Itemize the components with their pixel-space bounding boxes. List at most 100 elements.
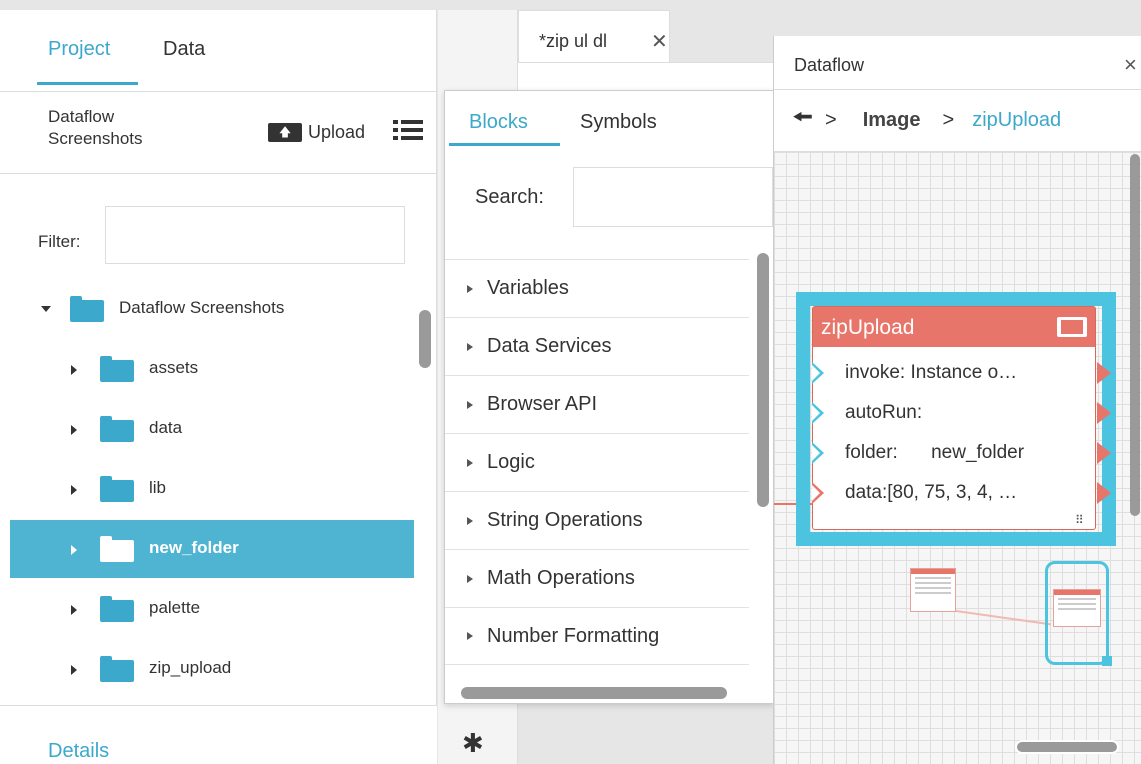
- expand-triangle-icon[interactable]: [71, 545, 77, 555]
- node-header[interactable]: zipUpload: [813, 307, 1095, 347]
- folder-icon: [70, 296, 104, 322]
- mini-node-header: [1054, 590, 1100, 595]
- input-port[interactable]: [812, 362, 824, 384]
- breadcrumb-image[interactable]: Image: [863, 109, 921, 132]
- input-port[interactable]: [812, 482, 824, 504]
- category-logic[interactable]: Logic: [445, 433, 749, 491]
- mini-node-line: [1058, 603, 1096, 605]
- dataflow-vertical-scrollbar[interactable]: [1130, 154, 1140, 516]
- blocks-horizontal-scrollbar[interactable]: [461, 687, 727, 699]
- port-text: data:[80, 75, 3, 4, …: [845, 482, 1017, 504]
- input-port[interactable]: [812, 442, 824, 464]
- port-autorun[interactable]: autoRun:: [812, 393, 1111, 433]
- tab-blocks[interactable]: Blocks: [469, 111, 528, 134]
- collapse-triangle-icon[interactable]: [41, 306, 51, 312]
- category-data-services[interactable]: Data Services: [445, 317, 749, 375]
- expand-triangle-icon[interactable]: [71, 485, 77, 495]
- zipupload-node[interactable]: zipUpload invoke: Instance o… autoRun: f…: [812, 306, 1111, 530]
- upload-button[interactable]: 🡅 Upload: [268, 122, 365, 143]
- port-value: new_folder: [931, 442, 1025, 463]
- output-port[interactable]: [1097, 482, 1111, 504]
- tab-project[interactable]: Project: [48, 38, 110, 61]
- dataflow-header: Dataflow ×: [774, 36, 1141, 90]
- expand-triangle-icon[interactable]: [71, 665, 77, 675]
- search-input[interactable]: [573, 167, 773, 227]
- editor-tab[interactable]: *zip ul dl ✕: [518, 10, 670, 62]
- output-port[interactable]: [1097, 402, 1111, 424]
- close-icon[interactable]: ×: [1124, 52, 1137, 78]
- category-math-operations[interactable]: Math Operations: [445, 549, 749, 607]
- category-label: Logic: [487, 451, 535, 473]
- tree-item-data[interactable]: data: [10, 400, 414, 458]
- dataflow-title: Dataflow: [794, 55, 865, 75]
- blocks-vertical-scrollbar[interactable]: [757, 253, 769, 507]
- port-text: autoRun:: [845, 402, 922, 424]
- upload-icon: 🡅: [268, 123, 302, 142]
- mini-node[interactable]: [910, 568, 956, 612]
- dataflow-panel: Dataflow × 🠘 > Image > zipUpload zipUplo…: [773, 36, 1141, 764]
- expand-triangle-icon[interactable]: [71, 605, 77, 615]
- puzzle-icon[interactable]: ✱: [462, 728, 484, 759]
- breadcrumb-separator: >: [825, 109, 837, 131]
- category-number-formatting[interactable]: Number Formatting: [445, 607, 749, 665]
- tab-data[interactable]: Data: [163, 38, 205, 61]
- category-label: String Operations: [487, 509, 643, 531]
- dataflow-horizontal-scrollbar[interactable]: [1015, 740, 1119, 754]
- details-section[interactable]: Details: [0, 705, 437, 764]
- breadcrumb-zipupload[interactable]: zipUpload: [972, 109, 1061, 132]
- tree-item-palette[interactable]: palette: [10, 580, 414, 638]
- expand-triangle-icon: [467, 458, 473, 467]
- category-label: Data Services: [487, 335, 612, 357]
- project-panel: Project Data Dataflow Screenshots 🡅 Uplo…: [0, 10, 437, 764]
- output-port[interactable]: [1097, 362, 1111, 384]
- tree-item-zip-upload[interactable]: zip_upload: [10, 640, 414, 698]
- expand-triangle-icon[interactable]: [71, 425, 77, 435]
- node-title: zipUpload: [821, 316, 915, 339]
- folder-icon: [100, 656, 134, 682]
- breadcrumb: 🠘 > Image > zipUpload: [774, 90, 1141, 152]
- tree-item-label: data: [149, 418, 183, 437]
- expand-triangle-icon: [467, 632, 473, 640]
- port-value: [80, 75, 3, 4, …: [887, 482, 1018, 503]
- upload-icon: [1057, 317, 1087, 337]
- category-label: Browser API: [487, 393, 598, 415]
- resize-handle[interactable]: [1102, 656, 1112, 666]
- port-folder[interactable]: folder: new_folder: [812, 433, 1111, 473]
- output-port[interactable]: [1097, 442, 1111, 464]
- back-arrow-icon[interactable]: 🠘: [792, 100, 813, 141]
- expand-triangle-icon: [467, 516, 473, 525]
- mini-node[interactable]: [1053, 589, 1101, 627]
- category-variables[interactable]: Variables: [445, 259, 749, 317]
- port-label: autoRun:: [845, 402, 923, 423]
- port-value: Instance o…: [910, 362, 1018, 383]
- tree-item-dataflow-screenshots[interactable]: Dataflow Screenshots: [10, 280, 414, 338]
- resize-handle-icon[interactable]: ⠿: [1075, 513, 1084, 527]
- tree-item-assets[interactable]: assets: [10, 340, 414, 398]
- upload-label: Upload: [308, 122, 366, 142]
- tab-symbols[interactable]: Symbols: [580, 111, 657, 134]
- tree-item-new-folder[interactable]: new_folder: [10, 520, 414, 578]
- port-data[interactable]: data:[80, 75, 3, 4, …: [812, 473, 1111, 513]
- folder-icon: [100, 596, 134, 622]
- expand-triangle-icon: [467, 284, 473, 293]
- port-label: folder:: [845, 442, 898, 463]
- tree-item-label: new_folder: [149, 538, 239, 557]
- mini-node-line: [915, 592, 951, 594]
- tree-scrollbar[interactable]: [419, 310, 431, 368]
- port-text: invoke: Instance o…: [845, 362, 1017, 384]
- mini-node-line: [1058, 608, 1096, 610]
- filter-input[interactable]: [105, 206, 405, 264]
- expand-triangle-icon: [467, 574, 473, 583]
- tree-item-label: Dataflow Screenshots: [119, 298, 285, 317]
- expand-triangle-icon[interactable]: [71, 365, 77, 375]
- editor-tab-label: *zip ul dl: [539, 31, 608, 51]
- filter-label: Filter:: [38, 232, 81, 251]
- port-invoke[interactable]: invoke: Instance o…: [812, 353, 1111, 393]
- input-port[interactable]: [812, 402, 824, 424]
- close-icon[interactable]: ✕: [651, 29, 668, 54]
- mini-node-line: [915, 582, 951, 584]
- list-menu-icon[interactable]: [393, 118, 423, 142]
- category-string-operations[interactable]: String Operations: [445, 491, 749, 549]
- tree-item-lib[interactable]: lib: [10, 460, 414, 518]
- category-browser-api[interactable]: Browser API: [445, 375, 749, 433]
